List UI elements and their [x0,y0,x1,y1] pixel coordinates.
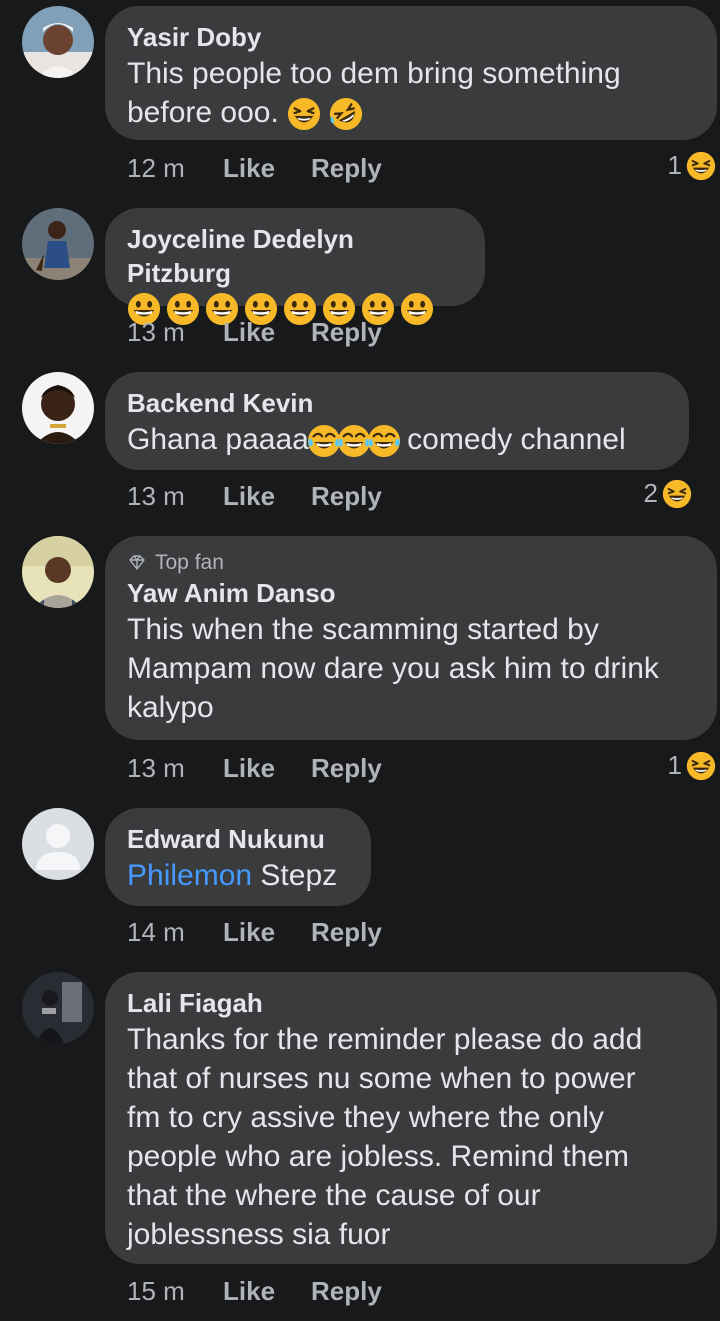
comment-text-body: Ghana paaaa [127,423,309,456]
reply-button[interactable]: Reply [311,753,382,784]
comment-text: Philemon Stepz [127,856,349,895]
author-name[interactable]: Backend Kevin [127,386,667,420]
timestamp[interactable]: 13 m [127,481,223,512]
author-name[interactable]: Lali Fiagah [127,986,695,1020]
author-name[interactable]: Yasir Doby [127,20,695,54]
joy-emoji-icon [307,424,341,458]
comment-text-body: Stepz [252,859,338,892]
avatar[interactable] [22,536,94,608]
haha-reaction-icon [686,751,716,781]
haha-reaction-icon [662,479,692,509]
avatar[interactable] [22,808,94,880]
comment-text: Ghana paaaa comedy channel [127,420,667,459]
reaction-count: 1 [667,750,682,780]
reaction-summary[interactable]: 1 [668,750,716,781]
comment-bubble[interactable]: Backend Kevin Ghana paaaa comedy channel [105,372,689,470]
reply-button[interactable]: Reply [311,153,382,184]
comment-actions: 13 m Like Reply [127,753,382,784]
avatar[interactable] [22,372,94,444]
comment-actions: 15 m Like Reply [127,1276,382,1307]
joy-emoji-icon [337,424,371,458]
like-button[interactable]: Like [223,917,311,948]
comment-text: This when the scamming started by Mampam… [127,613,659,724]
grinning-emoji-icon [400,292,434,326]
haha-reaction-icon [686,151,716,181]
like-button[interactable]: Like [223,1276,311,1307]
comment-actions: 13 m Like Reply [127,317,382,348]
reply-button[interactable]: Reply [311,1276,382,1307]
reaction-count: 2 [643,478,658,508]
laughing-emoji-icon [287,97,321,131]
reply-button[interactable]: Reply [311,481,382,512]
comment-bubble[interactable]: Joyceline Dedelyn Pitzburg [105,208,485,306]
comment-bubble[interactable]: Edward Nukunu Philemon Stepz [105,808,371,906]
comment-actions: 13 m Like Reply [127,481,382,512]
avatar[interactable] [22,972,94,1044]
badge-label: Top fan [155,551,224,574]
timestamp[interactable]: 13 m [127,753,223,784]
comment-text-tail: comedy channel [398,423,626,456]
timestamp[interactable]: 13 m [127,317,223,348]
like-button[interactable]: Like [223,317,311,348]
top-fan-badge: Top fan [127,550,695,576]
author-name[interactable]: Yaw Anim Danso [127,576,695,610]
comment-bubble[interactable]: Top fan Yaw Anim Danso This when the sca… [105,536,717,740]
timestamp[interactable]: 15 m [127,1276,223,1307]
author-name[interactable]: Edward Nukunu [127,822,349,856]
comment-actions: 14 m Like Reply [127,917,382,948]
comment-bubble[interactable]: Yasir Doby This people too dem bring som… [105,6,717,140]
reaction-summary[interactable]: 2 [644,478,692,509]
timestamp[interactable]: 14 m [127,917,223,948]
timestamp[interactable]: 12 m [127,153,223,184]
avatar[interactable] [22,6,94,78]
comment-bubble[interactable]: Lali Fiagah Thanks for the reminder plea… [105,972,717,1264]
diamond-icon [129,555,145,570]
comment-text: Thanks for the reminder please do add th… [127,1023,643,1251]
comment-text: This people too dem bring something befo… [127,54,695,132]
comment-actions: 12 m Like Reply [127,153,382,184]
avatar[interactable] [22,208,94,280]
reaction-summary[interactable]: 1 [668,150,716,181]
rofl-emoji-icon [329,97,363,131]
reaction-count: 1 [667,150,682,180]
like-button[interactable]: Like [223,153,311,184]
reply-button[interactable]: Reply [311,917,382,948]
author-name[interactable]: Joyceline Dedelyn Pitzburg [127,222,463,290]
like-button[interactable]: Like [223,481,311,512]
like-button[interactable]: Like [223,753,311,784]
reply-button[interactable]: Reply [311,317,382,348]
mention-link[interactable]: Philemon [127,859,252,892]
joy-emoji-icon [367,424,401,458]
comment-text-body: This people too dem bring something befo… [127,57,621,129]
